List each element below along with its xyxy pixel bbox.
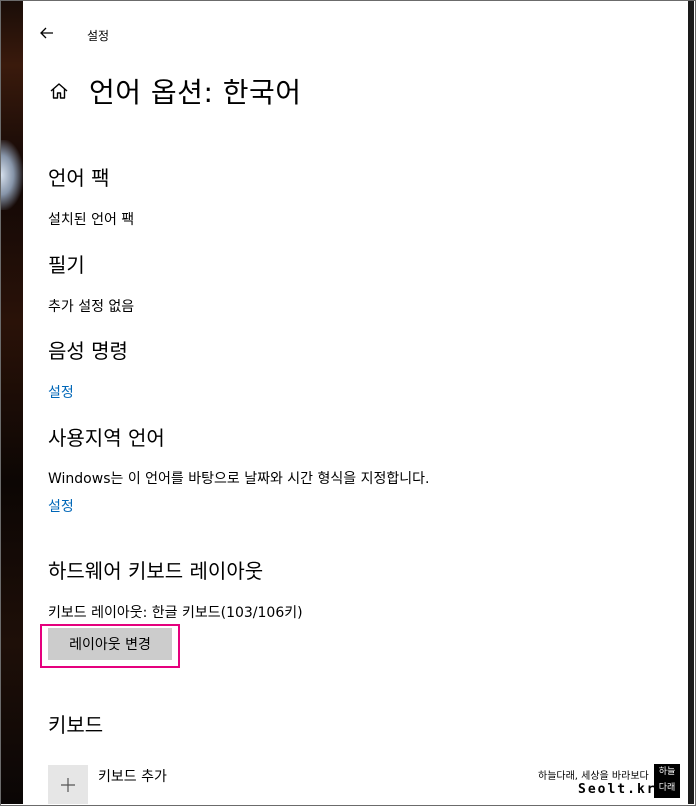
- window-shadow-edge: [688, 1, 694, 804]
- back-button[interactable]: [33, 21, 61, 45]
- plus-icon: [61, 778, 75, 792]
- keyboard-layout-text: 키보드 레이아웃: 한글 키보드(103/106키): [48, 605, 303, 621]
- home-icon: [50, 83, 68, 99]
- language-pack-heading: 언어 팩: [48, 166, 110, 190]
- desktop-background-glow: [1, 140, 23, 210]
- speech-settings-link[interactable]: 설정: [48, 382, 74, 402]
- regional-heading: 사용지역 언어: [48, 426, 165, 450]
- desktop-background: [1, 1, 23, 804]
- regional-settings-link[interactable]: 설정: [48, 496, 74, 516]
- add-keyboard-label[interactable]: 키보드 추가: [98, 766, 167, 786]
- back-arrow-icon: [40, 27, 53, 39]
- speech-heading: 음성 명령: [48, 339, 128, 363]
- add-keyboard-button[interactable]: [48, 765, 88, 804]
- watermark: 하늘다래, 세상을 바라보다 Seolt.kr 하늘 다래: [530, 762, 680, 802]
- window-title: 설정: [87, 29, 110, 43]
- settings-window: 설정 언어 옵션: 한국어 언어 팩 설치된 언어 팩 필기 추가 설정 없음 …: [23, 1, 688, 804]
- change-layout-button[interactable]: 레이아웃 변경: [48, 628, 172, 660]
- watermark-site: Seolt.kr: [578, 782, 657, 797]
- handwriting-status: 추가 설정 없음: [48, 299, 135, 315]
- title-bar: 설정: [23, 1, 688, 43]
- hardware-keyboard-heading: 하드웨어 키보드 레이아웃: [48, 559, 264, 583]
- watermark-logo-bottom: 다래: [658, 783, 676, 793]
- watermark-logo-top: 하늘: [658, 767, 676, 777]
- watermark-slogan: 하늘다래, 세상을 바라보다: [538, 771, 649, 782]
- regional-description: Windows는 이 언어를 바탕으로 날짜와 시간 형식을 지정합니다.: [48, 471, 430, 487]
- language-pack-status: 설치된 언어 팩: [48, 212, 135, 228]
- page-title: 언어 옵션: 한국어: [89, 76, 302, 109]
- watermark-logo: 하늘 다래: [654, 764, 680, 798]
- keyboards-heading: 키보드: [48, 713, 104, 737]
- handwriting-heading: 필기: [48, 253, 85, 277]
